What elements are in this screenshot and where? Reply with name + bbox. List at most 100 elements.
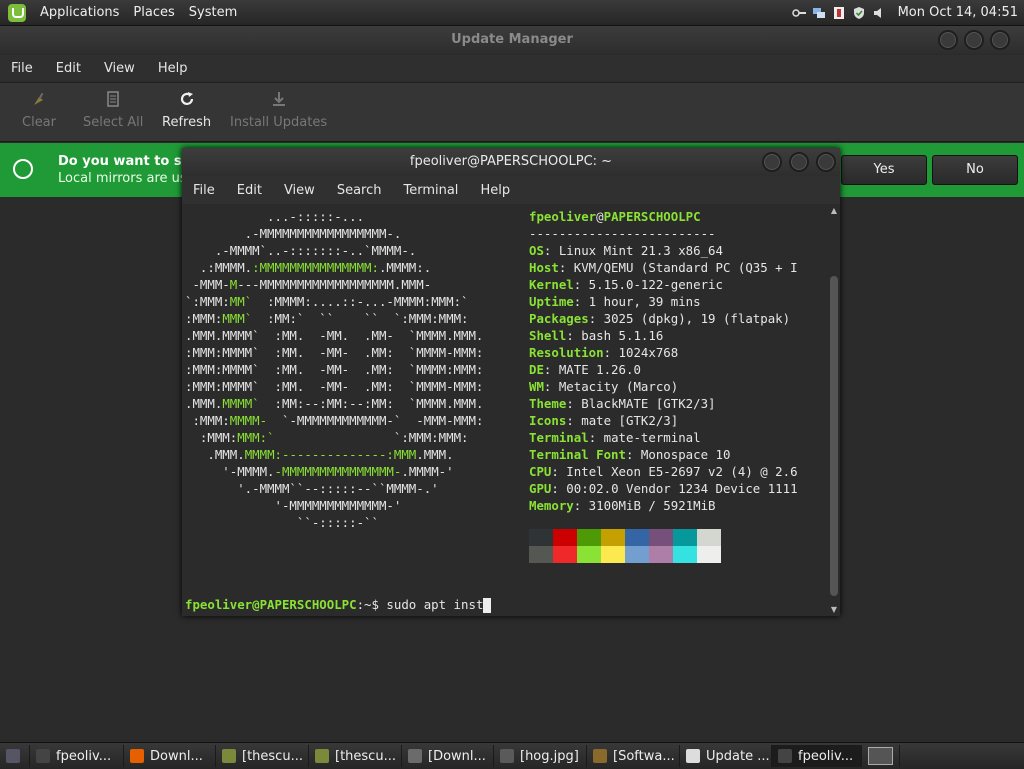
info-field: Terminal: mate-terminal: [529, 430, 701, 445]
ascii-line: :MMM:MMM:` `:MMM:MMM:: [185, 430, 469, 445]
palette-swatch: [697, 529, 721, 546]
image-icon: [222, 749, 236, 763]
network-icon[interactable]: [812, 6, 826, 20]
update-manager-toolbar: Clear Select All Refresh Install Updates: [0, 82, 1024, 142]
update-manager-titlebar[interactable]: Update Manager: [0, 26, 1024, 54]
lightbulb-icon: [13, 159, 33, 179]
info-field: Memory: 3100MiB / 5921MiB: [529, 498, 716, 513]
update-manager-title: Update Manager: [451, 32, 573, 47]
show-desktop-button[interactable]: [0, 745, 30, 767]
ascii-line: .-MMMM`..-:::::::-..`MMMM-.: [185, 243, 417, 258]
clear-label: Clear: [22, 115, 56, 130]
clock[interactable]: Mon Oct 14, 04:51: [898, 5, 1018, 20]
scrollbar-thumb[interactable]: [830, 276, 838, 596]
volume-icon[interactable]: [872, 6, 886, 20]
places-menu[interactable]: Places: [133, 5, 174, 20]
palette-swatch: [625, 546, 649, 563]
palette-swatch: [553, 546, 577, 563]
taskbar-item-label: [thescu...: [335, 748, 396, 764]
image-viewer-icon: [500, 749, 514, 763]
clipboard-icon[interactable]: [832, 6, 846, 20]
refresh-icon: [162, 91, 211, 109]
palette-swatch: [673, 529, 697, 546]
maximize-button[interactable]: [964, 30, 984, 50]
install-updates-label: Install Updates: [230, 115, 328, 130]
workspace-icon: [868, 747, 893, 765]
taskbar-item-label: [thescu...: [242, 748, 303, 764]
taskbar-item[interactable]: fpeoliv...: [30, 745, 124, 767]
taskbar-item-label: [Downl...: [428, 748, 486, 764]
applications-menu[interactable]: Applications: [40, 5, 119, 20]
menu-file[interactable]: File: [11, 61, 33, 76]
taskbar-item[interactable]: [hog.jpg]: [494, 745, 587, 767]
close-button[interactable]: [990, 30, 1010, 50]
taskbar-item[interactable]: fpeoliv...: [772, 745, 862, 767]
terminal-menu-edit[interactable]: Edit: [237, 183, 262, 198]
terminal-menu-help[interactable]: Help: [480, 183, 510, 198]
ascii-line: :MMM:MMMM` :MM. -MM- .MM: `MMMM-MMM:: [185, 379, 484, 394]
terminal-maximize-button[interactable]: [789, 152, 809, 172]
broom-icon: [22, 91, 56, 109]
ascii-line: ...-:::::-...: [185, 209, 365, 224]
color-palette: [529, 529, 721, 563]
clear-button[interactable]: Clear: [22, 91, 56, 130]
shell-prompt[interactable]: fpeoliver@PAPERSCHOOLPC:~$ sudo apt inst: [185, 596, 492, 613]
taskbar-item[interactable]: Update ...: [680, 745, 772, 767]
key-icon[interactable]: [791, 6, 806, 20]
system-menu[interactable]: System: [189, 5, 237, 20]
taskbar-item-label: [Softwa...: [613, 748, 675, 764]
taskbar-item[interactable]: [Softwa...: [587, 745, 680, 767]
terminal-window[interactable]: fpeoliver@PAPERSCHOOLPC: ~ File Edit Vie…: [182, 148, 840, 616]
prompt-path: :~$: [356, 597, 387, 612]
terminal-menu-file[interactable]: File: [193, 183, 215, 198]
info-fields: OS: Linux Mint 21.3 x86_64 Host: KVM/QEM…: [529, 243, 798, 513]
select-all-label: Select All: [83, 115, 144, 130]
workspace-switcher[interactable]: [862, 745, 900, 767]
show-desktop-icon: [6, 749, 20, 763]
scroll-up-arrow-icon[interactable]: ▲: [828, 206, 840, 215]
yes-button[interactable]: Yes: [841, 155, 927, 185]
refresh-label: Refresh: [162, 115, 212, 130]
mint-ascii-logo: ...-:::::-... .-MMMMMMMMMMMMMMMMM-. .-MM…: [185, 208, 483, 531]
install-updates-button[interactable]: Install Updates: [230, 91, 327, 130]
terminal-menu-terminal[interactable]: Terminal: [403, 183, 458, 198]
select-all-button[interactable]: Select All: [83, 91, 143, 130]
menu-edit[interactable]: Edit: [56, 61, 81, 76]
ascii-line: '-MMMMMMMMMMMMM-': [185, 498, 402, 513]
terminal-title: fpeoliver@PAPERSCHOOLPC: ~: [409, 154, 613, 169]
ascii-line: `:MMM:MM` :MMMM:....::-...-MMMM:MMM:`: [185, 294, 469, 309]
terminal-minimize-button[interactable]: [762, 152, 782, 172]
terminal-menu-search[interactable]: Search: [337, 183, 382, 198]
window-list: fpeoliv... Downl... [thescu... [thescu... [D…: [30, 745, 862, 767]
menu-view[interactable]: View: [104, 61, 135, 76]
shield-icon: [686, 749, 700, 763]
terminal-scrollbar[interactable]: ▲ ▼: [828, 204, 840, 616]
taskbar-item[interactable]: Downl...: [124, 745, 216, 767]
info-field: Icons: mate [GTK2/3]: [529, 413, 679, 428]
taskbar-item[interactable]: [thescu...: [309, 745, 402, 767]
info-field: Resolution: 1024x768: [529, 345, 679, 360]
terminal-titlebar[interactable]: fpeoliver@PAPERSCHOOLPC: ~: [182, 148, 840, 176]
shield-icon[interactable]: [852, 6, 866, 20]
info-separator: -------------------------: [529, 226, 716, 241]
menu-help[interactable]: Help: [158, 61, 188, 76]
palette-swatch: [673, 546, 697, 563]
terminal-menu-view[interactable]: View: [284, 183, 315, 198]
system-tray: Mon Oct 14, 04:51: [791, 0, 1018, 25]
prompt-command: sudo apt inst: [386, 597, 484, 612]
scroll-down-arrow-icon[interactable]: ▼: [828, 605, 840, 614]
mint-logo-icon[interactable]: [8, 3, 26, 22]
top-panel-menu: Applications Places System: [8, 3, 237, 22]
terminal-close-button[interactable]: [816, 152, 836, 172]
refresh-button[interactable]: Refresh: [162, 91, 211, 130]
terminal-output[interactable]: ...-:::::-... .-MMMMMMMMMMMMMMMMM-. .-MM…: [182, 204, 828, 616]
taskbar-item[interactable]: [thescu...: [216, 745, 309, 767]
minimize-button[interactable]: [938, 30, 958, 50]
ascii-line: ``-:::::-``: [185, 515, 379, 530]
text-cursor: [483, 598, 492, 613]
no-button[interactable]: No: [932, 155, 1018, 185]
taskbar-item[interactable]: [Downl...: [402, 745, 494, 767]
taskbar-item-label: [hog.jpg]: [520, 748, 579, 764]
info-field: Uptime: 1 hour, 39 mins: [529, 294, 701, 309]
palette-swatch: [577, 546, 601, 563]
